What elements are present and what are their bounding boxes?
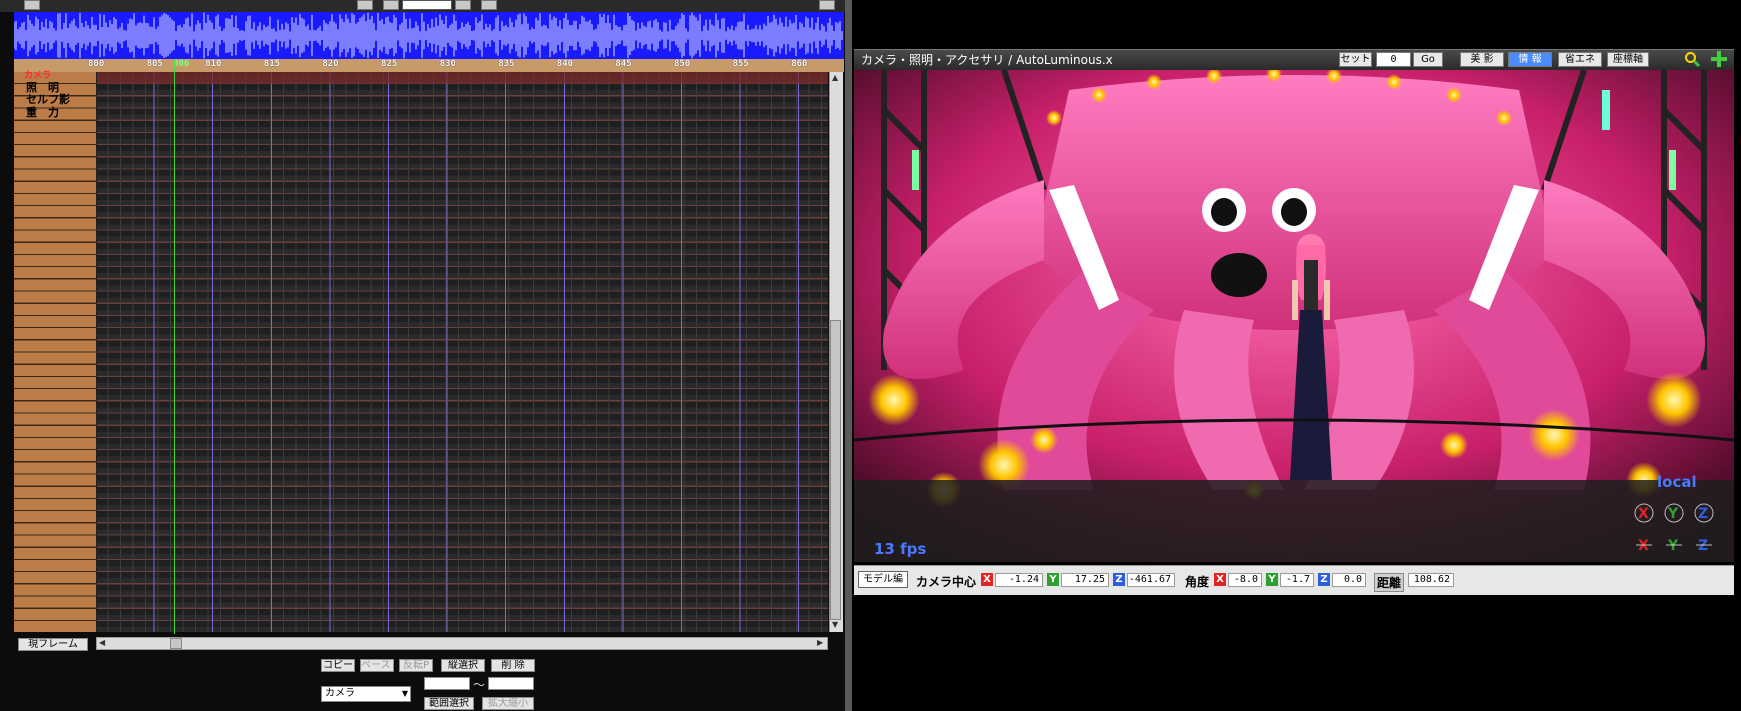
fps-counter: 13 fps [874, 540, 927, 558]
frame-tick-label: 860 [791, 59, 808, 69]
angle-x-label: X [1214, 573, 1226, 586]
camera-center-z-label: Z [1113, 573, 1125, 586]
move-z-icon: Z [1698, 538, 1708, 554]
frame-number-input[interactable] [402, 0, 452, 10]
plus-icon[interactable] [1710, 50, 1728, 68]
frame-tick-label: 815 [263, 59, 281, 69]
timeline-toolbar [0, 0, 852, 12]
prev-key-button[interactable] [357, 0, 373, 10]
frame-tick-label: 825 [381, 59, 398, 69]
audio-waveform [14, 12, 844, 59]
frame-tick-label: 820 [322, 59, 339, 69]
track-label-column[interactable]: カメラ照 明セルフ影重 力 [14, 70, 97, 632]
frame-ruler[interactable]: 800 805 810 815 820 825 830 835 840 845 850 855 860 8… [14, 59, 844, 72]
current-frame-label: 806 [173, 59, 190, 69]
viewport-title: カメラ・照明・アクセサリ / AutoLuminous.x [861, 53, 1113, 67]
frame-tick-label: 850 [674, 59, 691, 69]
frame-tick-label: 830 [439, 59, 456, 69]
camera-center-z-input[interactable]: -461.67 [1127, 573, 1175, 587]
view-toggle-button[interactable]: 美 影 [1460, 52, 1504, 67]
camera-center-y-input[interactable]: 17.25 [1061, 573, 1109, 587]
move-x-icon: X [1638, 538, 1649, 554]
frame-tick-label: 840 [556, 59, 574, 69]
camera-center-x-input[interactable]: -1.24 [995, 573, 1043, 587]
timeline-horizontal-scrollbar[interactable]: ◀ ▶ [96, 637, 828, 650]
view-toggle-button[interactable]: 情 報 [1508, 52, 1552, 67]
paste-button[interactable]: ペースト [360, 659, 394, 672]
range-separator: ～ [473, 678, 486, 692]
go-button[interactable]: Go [1413, 52, 1443, 67]
move-y-icon: Y [1667, 538, 1679, 554]
3d-viewport[interactable] [854, 70, 1734, 562]
rotate-x-icon: X [1638, 506, 1649, 522]
angle-label: 角度 [1185, 575, 1210, 589]
view-toggle-button[interactable]: 座標軸 [1607, 52, 1649, 67]
vertical-scroll-thumb[interactable] [830, 320, 841, 620]
chevron-down-icon: ▼ [401, 689, 408, 698]
angle-y-input[interactable]: -1.7 [1280, 573, 1314, 587]
set-frame-input[interactable]: 0 [1376, 52, 1411, 67]
horizontal-scroll-thumb[interactable] [170, 638, 182, 649]
panel-divider [845, 0, 852, 711]
next-key-button[interactable] [481, 0, 497, 10]
current-frame-button[interactable]: 現フレーム [18, 638, 88, 651]
camera-center-label: カメラ中心 [916, 575, 977, 589]
first-frame-button[interactable] [24, 0, 40, 10]
range-select-button[interactable]: 範囲選択 [424, 697, 474, 710]
track-label[interactable]: カメラ [24, 70, 51, 82]
prev-frame-button[interactable] [383, 0, 399, 10]
model-edit-button[interactable]: モデル編 [858, 571, 908, 588]
next-frame-button[interactable] [455, 0, 471, 10]
track-label[interactable]: セルフ影 [26, 94, 70, 106]
frame-tick-label: 810 [205, 59, 222, 69]
scroll-up-icon[interactable]: ▲ [832, 73, 838, 82]
frame-tick-label: 855 [732, 59, 749, 69]
angle-x-input[interactable]: -8.0 [1228, 573, 1262, 587]
frame-tick-label: 835 [498, 59, 515, 69]
camera-center-x-label: X [981, 573, 993, 586]
range-start-input[interactable] [424, 677, 470, 690]
last-frame-button[interactable] [819, 0, 835, 10]
selected-track-row [96, 72, 828, 84]
range-end-input[interactable] [488, 677, 534, 690]
rotate-z-icon: Z [1698, 506, 1708, 522]
delete-button[interactable]: 削 除 [491, 659, 535, 672]
copy-button[interactable]: コピー [321, 659, 355, 672]
set-button[interactable]: セット [1339, 52, 1372, 67]
target-select[interactable]: カメラ ▼ [321, 686, 411, 702]
frame-tick-label: 800 [88, 59, 105, 69]
scroll-left-icon[interactable]: ◀ [99, 638, 105, 647]
frame-tick-label: 845 [615, 59, 632, 69]
camera-center-y-label: Y [1047, 573, 1059, 586]
distance-input[interactable]: 108.62 [1408, 573, 1454, 587]
scroll-down-icon[interactable]: ▼ [832, 620, 838, 629]
stage-floor [854, 480, 1734, 562]
angle-z-label: Z [1318, 573, 1330, 586]
angle-z-input[interactable]: 0.0 [1332, 573, 1366, 587]
scale-button[interactable]: 拡大縮小 [482, 697, 534, 710]
rotate-y-icon: Y [1667, 506, 1679, 522]
local-axis-label: local [1657, 473, 1697, 491]
rotate-axis-icons[interactable]: X Y Z X Y Z [1634, 500, 1726, 558]
angle-y-label: Y [1266, 573, 1278, 586]
vertical-select-button[interactable]: 縦選択 [441, 659, 485, 672]
distance-label: 距離 [1374, 573, 1405, 592]
scroll-right-icon[interactable]: ▶ [817, 638, 823, 647]
track-label[interactable]: 重 力 [26, 106, 59, 119]
frame-tick-label: 805 [146, 59, 163, 69]
view-toggle-button[interactable]: 省エネ [1558, 52, 1602, 67]
current-frame-cursor[interactable] [174, 59, 175, 634]
reverse-paste-button[interactable]: 反転P [399, 659, 433, 672]
keyframe-grid[interactable] [96, 72, 828, 632]
target-select-value: カメラ [325, 688, 355, 699]
search-icon[interactable] [1684, 51, 1700, 67]
